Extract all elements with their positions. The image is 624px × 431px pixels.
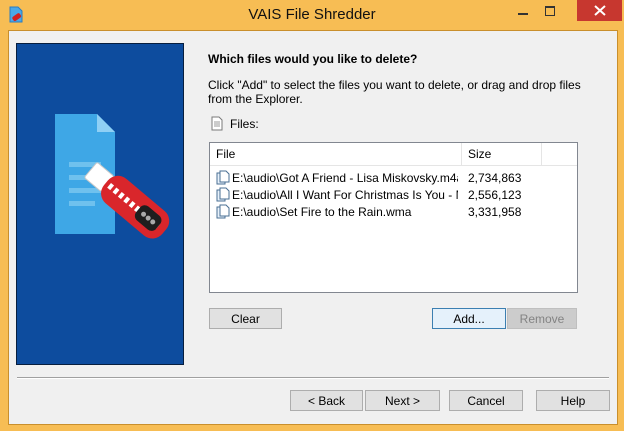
add-button[interactable]: Add... <box>432 308 506 329</box>
file-row[interactable]: E:\audio\Set Fire to the Rain.wma 3,331,… <box>210 204 577 221</box>
files-label: Files: <box>230 116 259 131</box>
file-path: E:\audio\Set Fire to the Rain.wma <box>232 205 412 219</box>
file-row[interactable]: E:\audio\Got A Friend - Lisa Miskovsky.m… <box>210 170 577 187</box>
page-instructions: Click "Add" to select the files you want… <box>208 78 581 106</box>
file-size: 2,734,863 <box>468 171 522 185</box>
maximize-button[interactable] <box>537 0 563 21</box>
help-button[interactable]: Help <box>536 390 610 411</box>
column-header-file[interactable]: File <box>210 143 462 165</box>
document-icon <box>211 116 223 131</box>
close-button[interactable] <box>577 0 622 21</box>
clear-button[interactable]: Clear <box>209 308 282 329</box>
minimize-icon <box>518 12 528 15</box>
file-row[interactable]: E:\audio\All I Want For Christmas Is You… <box>210 187 577 204</box>
close-icon <box>593 5 606 16</box>
page-question: Which files would you like to delete? <box>208 52 418 66</box>
wizard-banner <box>16 43 184 365</box>
maximize-icon <box>545 5 555 16</box>
files-label-row: Files: <box>210 116 259 131</box>
next-button[interactable]: Next > <box>365 390 440 411</box>
column-header-size[interactable]: Size <box>462 143 542 165</box>
wizard-page: Which files would you like to delete? Cl… <box>8 30 618 425</box>
file-shredder-illustration-icon <box>55 114 170 239</box>
minimize-button[interactable] <box>510 0 536 21</box>
file-path: E:\audio\All I Want For Christmas Is You… <box>232 188 458 202</box>
file-list[interactable]: File Size E:\audio\Got A Friend - Lisa M… <box>209 142 578 293</box>
file-size: 2,556,123 <box>468 188 522 202</box>
file-size: 3,331,958 <box>468 205 522 219</box>
file-list-header: File Size <box>210 143 577 166</box>
title-bar[interactable]: VAIS File Shredder <box>0 0 624 30</box>
app-window: VAIS File Shredder Which files would you… <box>0 0 624 431</box>
audio-file-icon <box>216 204 230 223</box>
cancel-button[interactable]: Cancel <box>449 390 523 411</box>
file-path: E:\audio\Got A Friend - Lisa Miskovsky.m… <box>232 171 458 185</box>
back-button[interactable]: < Back <box>290 390 363 411</box>
footer-separator <box>17 377 609 379</box>
remove-button[interactable]: Remove <box>507 308 577 329</box>
